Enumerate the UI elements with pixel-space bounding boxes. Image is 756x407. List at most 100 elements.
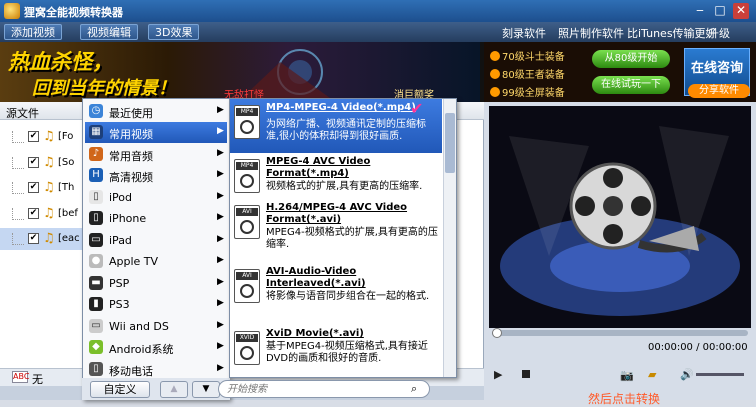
try-online-button[interactable]: 在线试玩一下: [592, 76, 670, 94]
menu-item-hd-video[interactable]: H 高清视频 ▶: [85, 165, 227, 186]
menu-item-iphone[interactable]: ▯ iPhone ▶: [85, 208, 227, 229]
file-row[interactable]: ✔ ♫ [Fo: [0, 126, 82, 148]
format-search-input[interactable]: [227, 383, 407, 396]
search-box[interactable]: ⌕: [218, 380, 430, 398]
music-note-icon: ♫: [43, 129, 55, 144]
folder-icon[interactable]: ▰: [648, 368, 656, 381]
burn-software-link[interactable]: 刻录软件: [502, 25, 546, 41]
menu-item-wii-ds[interactable]: ▭ Wii and DS ▶: [85, 316, 227, 337]
menu-item-label: iPod: [109, 191, 133, 204]
ad-item-3[interactable]: 99级全屏装备: [490, 84, 565, 99]
menu-item-ipod[interactable]: ▯ iPod ▶: [85, 187, 227, 208]
volume-slider[interactable]: [696, 373, 744, 376]
share-software-button[interactable]: 分享软件: [688, 84, 750, 98]
music-note-icon: ♫: [43, 206, 55, 221]
app-logo-icon: [4, 3, 20, 19]
video-edit-tab[interactable]: 视频编辑: [80, 24, 138, 40]
file-checkbox[interactable]: ✔: [28, 233, 39, 244]
menu-item-mobile-phone[interactable]: ▯ 移动电话 ▶: [85, 359, 227, 380]
video-file-icon: MP4: [234, 159, 260, 193]
format-title: H.264/MPEG-4 AVC Video Format(*.avi): [266, 202, 408, 225]
close-button[interactable]: ✕: [733, 3, 749, 19]
volume-icon[interactable]: 🔊: [680, 368, 694, 381]
time-display: 00:00:00 / 00:00:00: [648, 342, 748, 353]
format-description: MPEG4-视频格式的扩展,具有更高的压缩率.: [266, 227, 438, 250]
ad-banner[interactable]: 热血杀怪， 回到当年的情景！ 无敌打怪 消巨额奖 70级斗士装备 80级王者装备…: [0, 42, 756, 102]
music-icon: ♪: [89, 147, 103, 161]
iphone-icon: ▯: [89, 211, 103, 225]
format-item-avi[interactable]: AVI AVI-Audio-Video Interleaved(*.avi) 将…: [230, 263, 442, 317]
chevron-right-icon: ▶: [217, 169, 224, 179]
chevron-right-icon: ▶: [217, 277, 224, 287]
start-level-80-button[interactable]: 从80级开始: [592, 50, 670, 68]
psp-icon: ▬: [89, 276, 103, 290]
menu-item-label: 常用视频: [109, 128, 153, 141]
add-video-tab[interactable]: 添加视频: [4, 24, 62, 40]
chevron-right-icon: ▶: [217, 191, 224, 201]
wii-icon: ▭: [89, 319, 103, 333]
menu-item-android[interactable]: ◆ Android系统 ▶: [85, 337, 227, 358]
search-icon[interactable]: ⌕: [411, 382, 417, 396]
file-name: [Th: [58, 182, 75, 193]
custom-button[interactable]: 自定义: [90, 381, 150, 398]
format-description: 将影像与语音同步组合在一起的格式.: [266, 291, 430, 302]
clock-icon: ◷: [89, 104, 103, 118]
scroll-up-button[interactable]: ▲: [160, 381, 188, 398]
subtitle-value[interactable]: 无: [32, 371, 43, 387]
menu-item-label: 最近使用: [109, 107, 153, 120]
camera-icon[interactable]: 📷: [620, 369, 634, 382]
phone-icon: ▯: [89, 362, 103, 376]
android-icon: ◆: [89, 340, 103, 354]
menu-item-label: iPad: [109, 234, 132, 247]
file-row[interactable]: ✔ ♫ [Th: [0, 177, 82, 199]
itunes-link[interactable]: 比iTunes传输更好: [627, 25, 717, 41]
video-file-icon: AVI: [234, 205, 260, 239]
music-note-icon: ♫: [43, 155, 55, 170]
file-checkbox[interactable]: ✔: [28, 208, 39, 219]
file-checkbox[interactable]: ✔: [28, 157, 39, 168]
file-checkbox[interactable]: ✔: [28, 182, 39, 193]
menu-item-recent[interactable]: ◷ 最近使用 ▶: [85, 101, 227, 122]
video-file-icon: XVID: [234, 331, 260, 365]
video-file-icon: MP4: [234, 105, 260, 139]
video-file-icon: AVI: [234, 269, 260, 303]
seek-bar[interactable]: [492, 330, 748, 336]
chevron-right-icon: ▶: [217, 341, 224, 351]
ps3-icon: ▮: [89, 297, 103, 311]
play-icon[interactable]: ▶: [494, 368, 502, 381]
ad-item-2[interactable]: 80级王者装备: [490, 66, 565, 81]
scroll-down-button[interactable]: ▼: [192, 381, 220, 398]
format-item-mp4[interactable]: MP4 MP4-MPEG-4 Video(*.mp4) 为网络广播、视频通讯定制…: [230, 99, 442, 153]
maximize-button[interactable]: □: [712, 3, 728, 19]
scrollbar-thumb[interactable]: [445, 113, 455, 173]
video-preview: [489, 106, 751, 328]
ad-item-1[interactable]: 70级斗士装备: [490, 48, 565, 63]
ad-item-1-label: 70级斗士装备: [502, 52, 565, 63]
menu-item-label: Android系统: [109, 343, 174, 356]
menu-item-common-video[interactable]: ▦ 常用视频 ▶: [85, 122, 227, 143]
menu-item-common-audio[interactable]: ♪ 常用音频 ▶: [85, 144, 227, 165]
chevron-right-icon: ▶: [217, 234, 224, 244]
menu-item-label: 常用音频: [109, 150, 153, 163]
menu-item-label: iPhone: [109, 212, 147, 225]
menu-item-ipad[interactable]: ▭ iPad ▶: [85, 230, 227, 251]
minimize-button[interactable]: ‒: [692, 3, 708, 19]
file-row[interactable]: ✔ ♫ [So: [0, 152, 82, 174]
ipad-icon: ▭: [89, 233, 103, 247]
source-file-column[interactable]: 源文件: [6, 105, 39, 121]
file-checkbox[interactable]: ✔: [28, 131, 39, 142]
format-item-xvid[interactable]: XVID XviD Movie(*.avi) 基于MPEG4-视频压缩格式,具有…: [230, 325, 442, 377]
menu-item-ps3[interactable]: ▮ PS3 ▶: [85, 294, 227, 315]
menu-item-label: 高清视频: [109, 171, 153, 184]
menu-item-psp[interactable]: ▬ PSP ▶: [85, 273, 227, 294]
file-row[interactable]: ✔ ♫ [eac: [0, 228, 82, 250]
photo-software-link[interactable]: 照片制作软件: [558, 25, 624, 41]
file-row[interactable]: ✔ ♫ [bef: [0, 203, 82, 225]
upgrade-link[interactable]: 升级: [708, 25, 730, 41]
chevron-right-icon: ▶: [217, 148, 224, 158]
3d-effect-tab[interactable]: 3D效果: [148, 24, 200, 40]
stop-icon[interactable]: [522, 370, 530, 378]
seek-thumb[interactable]: [492, 328, 502, 338]
format-item-h264-avi[interactable]: AVI H.264/MPEG-4 AVC Video Format(*.avi)…: [230, 199, 442, 253]
menu-item-apple-tv[interactable]: ● Apple TV ▶: [85, 251, 227, 272]
